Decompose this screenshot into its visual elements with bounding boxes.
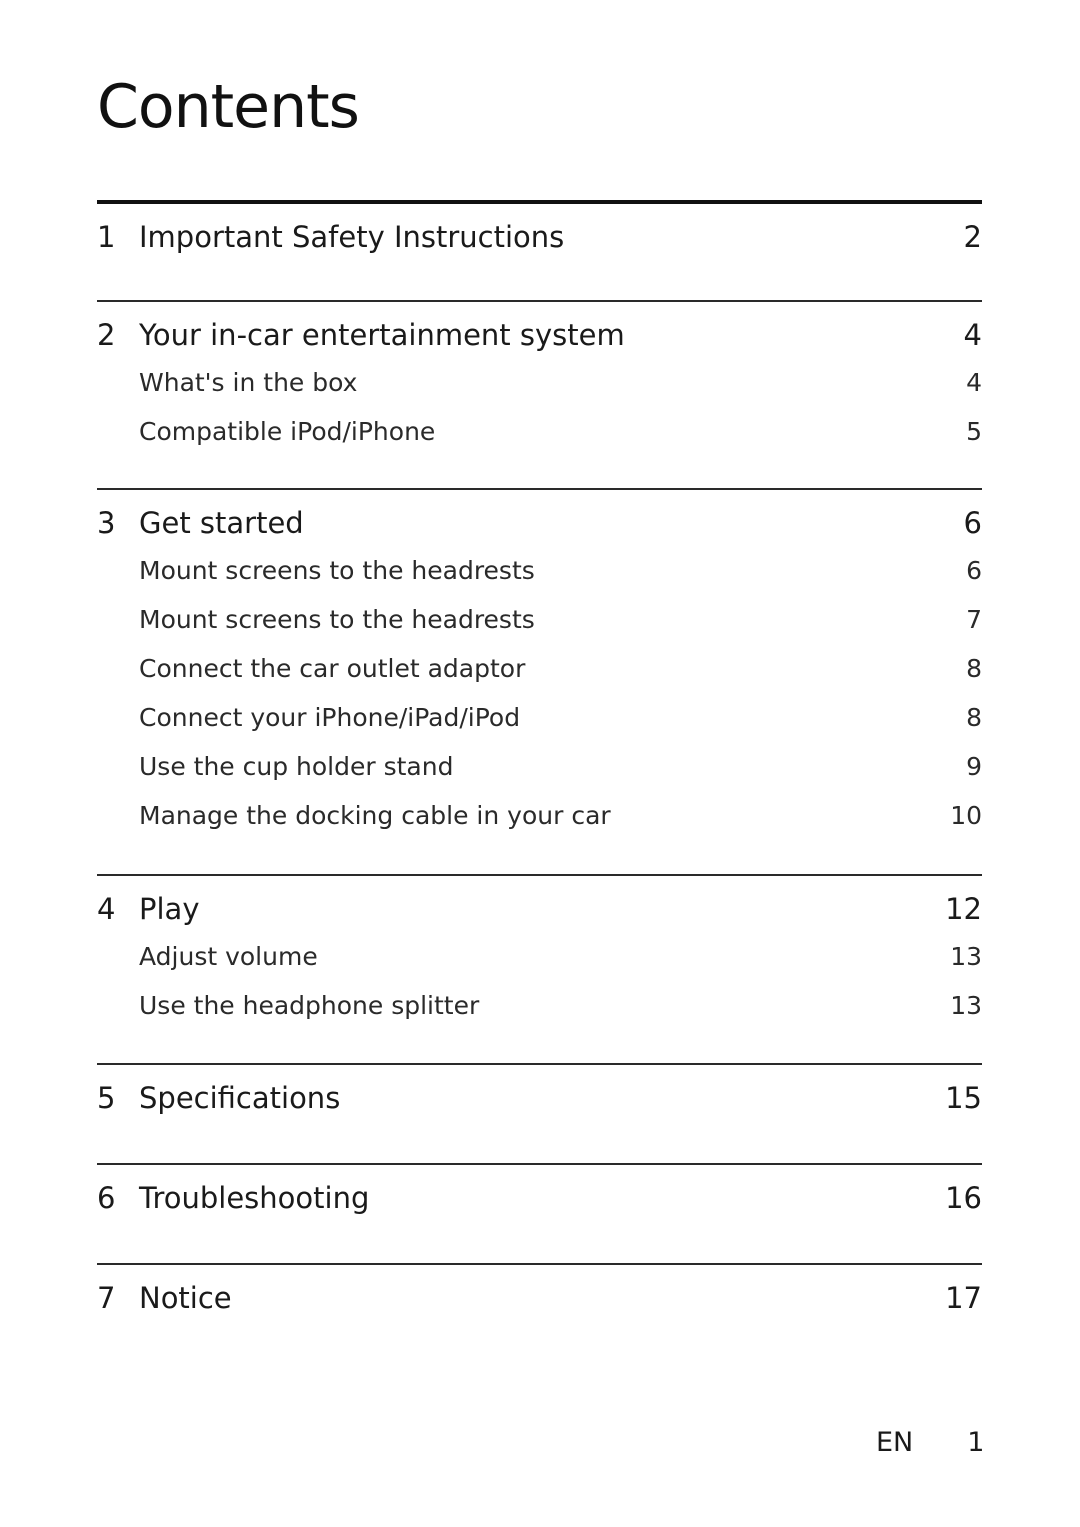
subsection-page-number: 13 [950, 942, 982, 971]
toc-chapter-entry[interactable]: 7 Notice 17 [97, 1265, 982, 1331]
toc-subsection-entry[interactable]: Adjust volume 13 [97, 942, 982, 991]
toc-subsection-entry[interactable]: What's in the box 4 [97, 368, 982, 417]
chapter-page-number: 2 [963, 220, 982, 254]
subsection-title: Connect the car outlet adaptor [139, 654, 526, 683]
subsection-page-number: 6 [966, 556, 982, 585]
subsection-title: Use the cup holder stand [139, 752, 454, 781]
toc-section: 3 Get started 6 Mount screens to the headre… [97, 488, 982, 874]
subsection-title: Mount screens to the headrests [139, 556, 535, 585]
chapter-number: 6 [97, 1181, 116, 1215]
toc-subsection-entry[interactable]: Mount screens to the headrests 6 [97, 556, 982, 605]
subsection-page-number: 5 [966, 417, 982, 446]
subsection-title: Manage the docking cable in your car [139, 801, 611, 830]
subsection-title: Compatible iPod/iPhone [139, 417, 436, 446]
toc-subsection-entry[interactable]: Use the headphone splitter 13 [97, 991, 982, 1040]
subsection-title: Mount screens to the headrests [139, 605, 535, 634]
toc-chapter-entry[interactable]: 3 Get started 6 [97, 490, 982, 556]
toc-chapter-entry[interactable]: 5 Specifications 15 [97, 1065, 982, 1131]
subsection-page-number: 7 [966, 605, 982, 634]
toc-section: 1 Important Safety Instructions 2 [97, 200, 982, 300]
toc-subsection-entry[interactable]: Use the cup holder stand 9 [97, 752, 982, 801]
toc-chapter-entry[interactable]: 2 Your in-car entertainment system 4 [97, 302, 982, 368]
subsection-title: What's in the box [139, 368, 358, 397]
footer-language: EN [876, 1427, 914, 1458]
footer-page-number: 1 [967, 1427, 985, 1458]
subsection-title: Adjust volume [139, 942, 318, 971]
toc-chapter-entry[interactable]: 1 Important Safety Instructions 2 [97, 204, 982, 270]
chapter-page-number: 15 [945, 1081, 982, 1115]
chapter-number: 7 [97, 1281, 116, 1315]
chapter-title: Specifications [139, 1081, 341, 1115]
toc-chapter-entry[interactable]: 6 Troubleshooting 16 [97, 1165, 982, 1231]
chapter-title: Play [139, 892, 200, 926]
toc-section: 4 Play 12 Adjust volume 13 Use the headphone … [97, 874, 982, 1063]
chapter-page-number: 6 [963, 506, 982, 540]
subsection-page-number: 13 [950, 991, 982, 1020]
chapter-page-number: 16 [945, 1181, 982, 1215]
toc-subsection-entry[interactable]: Mount screens to the headrests 7 [97, 605, 982, 654]
chapter-title: Your in-car entertainment system [139, 318, 625, 352]
toc-section: 7 Notice 17 [97, 1263, 982, 1331]
subsection-page-number: 9 [966, 752, 982, 781]
chapter-number: 5 [97, 1081, 116, 1115]
table-of-contents: 1 Important Safety Instructions 2 2 Your in-… [97, 200, 982, 1331]
chapter-title: Important Safety Instructions [139, 220, 565, 254]
chapter-title: Troubleshooting [139, 1181, 370, 1215]
subsection-page-number: 8 [966, 654, 982, 683]
toc-subsection-entry[interactable]: Manage the docking cable in your car 10 [97, 801, 982, 850]
toc-subsection-entry[interactable]: Compatible iPod/iPhone 5 [97, 417, 982, 466]
chapter-title: Get started [139, 506, 304, 540]
subsection-page-number: 8 [966, 703, 982, 732]
toc-chapter-entry[interactable]: 4 Play 12 [97, 876, 982, 942]
page-footer: EN 1 [876, 1427, 984, 1458]
chapter-number: 2 [97, 318, 116, 352]
chapter-page-number: 12 [945, 892, 982, 926]
toc-section: 5 Specifications 15 [97, 1063, 982, 1163]
toc-subsection-entry[interactable]: Connect your iPhone/iPad/iPod 8 [97, 703, 982, 752]
toc-subsection-entry[interactable]: Connect the car outlet adaptor 8 [97, 654, 982, 703]
subsection-page-number: 10 [950, 801, 982, 830]
chapter-number: 4 [97, 892, 116, 926]
chapter-number: 1 [97, 220, 116, 254]
toc-section: 2 Your in-car entertainment system 4 What's… [97, 300, 982, 488]
subsection-title: Use the headphone splitter [139, 991, 480, 1020]
chapter-number: 3 [97, 506, 116, 540]
chapter-page-number: 4 [963, 318, 982, 352]
subsection-page-number: 4 [966, 368, 982, 397]
page-title: Contents [97, 72, 360, 142]
toc-section: 6 Troubleshooting 16 [97, 1163, 982, 1263]
chapter-title: Notice [139, 1281, 232, 1315]
subsection-title: Connect your iPhone/iPad/iPod [139, 703, 521, 732]
chapter-page-number: 17 [945, 1281, 982, 1315]
